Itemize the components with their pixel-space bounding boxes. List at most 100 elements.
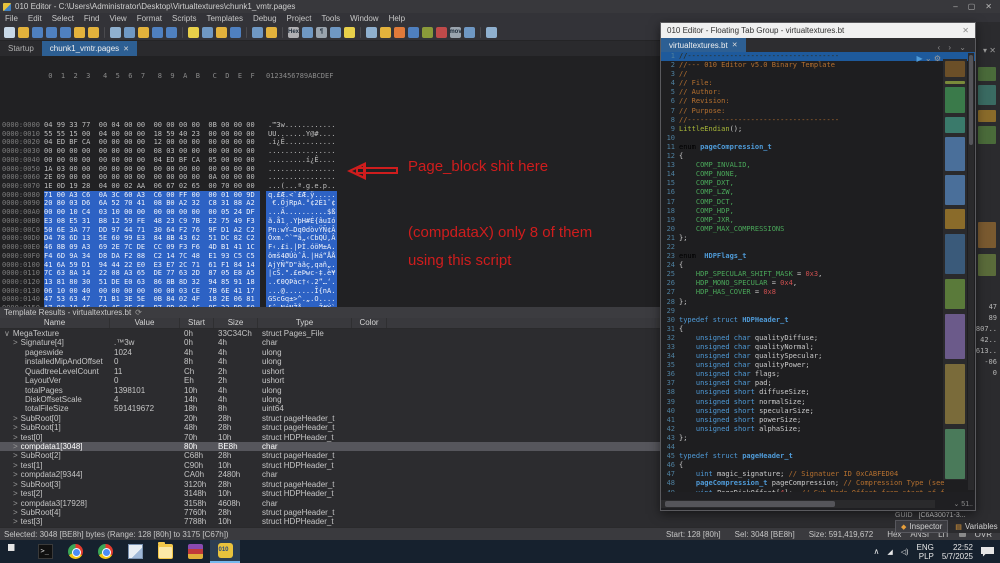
mov-tool[interactable]: mov bbox=[449, 26, 462, 38]
code-line[interactable]: 15 COMP_DXT, bbox=[661, 179, 975, 188]
hex-ascii[interactable]: F‹.£i.|ÞÌ.óöM±A. bbox=[266, 243, 338, 252]
hex-bytes[interactable]: 46 8B 09 A3 69 2E 7C DE CC 09 F3 F6 4D B… bbox=[44, 243, 260, 252]
hex-ascii[interactable]: ...Ä..........$ß bbox=[266, 208, 338, 217]
code-line[interactable]: 38 unsigned short diffuseSize; bbox=[661, 388, 975, 397]
column-value[interactable]: Value bbox=[110, 318, 180, 328]
code-line[interactable]: 26 HDP_MONO_SPECULAR = 0x4, bbox=[661, 279, 975, 288]
hex-row[interactable]: 0000:0090 20 80 03 D6 6A 52 70 41 08 B0 … bbox=[0, 199, 660, 209]
separator[interactable] bbox=[246, 26, 247, 38]
process-tool[interactable] bbox=[464, 26, 475, 38]
code-line[interactable]: 36 unsigned char flags; bbox=[661, 370, 975, 379]
hex-row[interactable]: 0000:00A0 00 00 10 C4 03 10 00 00 00 00 … bbox=[0, 208, 660, 217]
refresh-icon[interactable]: ⟳ bbox=[135, 308, 142, 317]
cut[interactable] bbox=[110, 26, 121, 38]
jump-tool[interactable] bbox=[394, 26, 405, 38]
expander-icon[interactable]: ∨ bbox=[4, 329, 13, 338]
separator[interactable] bbox=[182, 26, 183, 38]
taskbar-button[interactable] bbox=[210, 540, 240, 563]
hex-bytes[interactable]: 55 55 15 00 04 00 00 00 18 59 40 23 00 0… bbox=[44, 130, 260, 139]
expander-icon[interactable]: > bbox=[13, 508, 21, 517]
code-line[interactable]: 23 enum HDPFlags_t bbox=[661, 252, 975, 261]
undo[interactable] bbox=[152, 26, 163, 38]
compare[interactable] bbox=[436, 26, 447, 38]
code-line[interactable]: 35 unsigned char qualityPower; bbox=[661, 361, 975, 370]
code-line[interactable]: 34 unsigned char qualitySpecular; bbox=[661, 352, 975, 361]
hex-ascii[interactable]: ..€0QÞàc†‹.2”…‘. bbox=[266, 277, 338, 287]
menu-item[interactable]: Project bbox=[282, 14, 317, 23]
expander-icon[interactable]: > bbox=[13, 470, 21, 479]
tab-variables[interactable]: ▤ Variables bbox=[950, 521, 1000, 532]
hex-row[interactable]: 0000:0120 13 81 80 30 51 DE E0 63 86 8B … bbox=[0, 277, 660, 287]
open-file[interactable] bbox=[18, 26, 29, 38]
hex-bytes[interactable]: 1E 0D 19 28 04 00 02 AA 06 67 02 65 00 7… bbox=[44, 182, 260, 191]
column-size[interactable]: Size bbox=[214, 318, 258, 328]
taskbar-button[interactable] bbox=[60, 540, 90, 563]
hex-bytes[interactable]: 47 53 63 47 71 B1 3E 5E 0B 84 02 4F 18 2… bbox=[44, 295, 260, 305]
hex-bytes[interactable]: 04 ED BF CA 00 00 00 00 12 00 00 00 00 0… bbox=[44, 138, 260, 147]
line-format[interactable] bbox=[302, 26, 313, 38]
template-results[interactable] bbox=[252, 26, 263, 38]
taskbar-button[interactable] bbox=[90, 540, 120, 563]
separator[interactable] bbox=[360, 26, 361, 38]
expander-icon[interactable]: > bbox=[13, 517, 21, 526]
hex-ascii[interactable]: ................ bbox=[266, 147, 337, 156]
hex-ascii[interactable]: .........í¿Ê.... bbox=[266, 156, 337, 165]
hex-bytes[interactable]: 7C 63 8A 14 22 08 A3 65 DE 77 63 2D 87 0… bbox=[44, 269, 260, 278]
hex-ascii[interactable]: ................ bbox=[266, 165, 337, 174]
language-secondary[interactable]: PLP bbox=[917, 552, 934, 561]
code-line[interactable]: 6 // Revision: bbox=[661, 97, 975, 106]
hex-ascii[interactable]: .í¿Ê............ bbox=[266, 138, 337, 147]
code-line[interactable]: 37 unsigned char pad; bbox=[661, 379, 975, 388]
menu-item[interactable]: File bbox=[0, 14, 23, 23]
floating-close-button[interactable]: ✕ bbox=[962, 26, 969, 35]
code-line[interactable]: 24 { bbox=[661, 261, 975, 270]
hex-bytes[interactable]: E3 08 E5 31 B8 12 59 FE 48 23 C9 7B E2 7… bbox=[44, 216, 260, 226]
code-line[interactable]: 45 typedef struct pageHeader_t bbox=[661, 452, 975, 461]
calculator[interactable] bbox=[366, 26, 377, 38]
hex-ascii[interactable]: |cŠ.".£eÞwc-‡.è¥ bbox=[266, 269, 338, 278]
code-line[interactable]: 21 }; bbox=[661, 234, 975, 243]
code-line[interactable]: 29 bbox=[661, 307, 975, 316]
language-primary[interactable]: ENG bbox=[917, 543, 934, 552]
code-line[interactable]: 41 unsigned short powerSize; bbox=[661, 416, 975, 425]
redo[interactable] bbox=[166, 26, 177, 38]
hex-bytes[interactable]: 13 81 80 30 51 DE E0 63 86 8B 8D 32 94 8… bbox=[44, 277, 260, 287]
separator[interactable] bbox=[282, 26, 283, 38]
menu-item[interactable]: Scripts bbox=[167, 14, 201, 23]
code-line[interactable]: 28 }; bbox=[661, 298, 975, 307]
code-line[interactable]: 40 unsigned short specularSize; bbox=[661, 407, 975, 416]
hex-ascii[interactable]: ...@.......Î{nA. bbox=[266, 286, 338, 296]
guid-value[interactable]: [C6A30071-3... bbox=[919, 512, 966, 519]
hex-ascii[interactable]: GScGq±>^.„.O.... bbox=[266, 295, 338, 305]
panel-header-icons[interactable]: ▾ ✕ bbox=[983, 46, 996, 55]
code-line[interactable]: 7 // Purpose: bbox=[661, 107, 975, 116]
code-line[interactable]: 33 unsigned char qualityNormal; bbox=[661, 343, 975, 352]
expander-icon[interactable]: > bbox=[13, 423, 21, 432]
hex-ascii[interactable]: ã.å1¸.YþH#É{âuIó bbox=[266, 216, 338, 226]
hex-row[interactable]: 0000:0040 00 00 00 00 00 00 00 00 04 ED … bbox=[0, 156, 660, 165]
taskbar-button[interactable] bbox=[120, 540, 150, 563]
code-minimap[interactable] bbox=[943, 59, 967, 480]
code-line[interactable]: 49 uint PageDiskOffset[4]; // Sub-Node O… bbox=[661, 489, 975, 493]
hex-toggle[interactable]: Hex bbox=[288, 26, 299, 38]
run-script[interactable] bbox=[266, 26, 277, 38]
hex-row[interactable]: 0000:0050 1A 03 00 00 00 00 00 00 00 00 … bbox=[0, 165, 660, 174]
save-all[interactable] bbox=[60, 26, 71, 38]
code-line[interactable]: 22 bbox=[661, 243, 975, 252]
hex-bytes[interactable]: 00 00 00 00 00 00 00 00 04 ED BF CA 05 0… bbox=[44, 156, 260, 165]
hex-bytes[interactable]: 50 6E 3A 77 DD 97 44 71 30 64 F2 76 9F D… bbox=[44, 225, 260, 235]
hex-ascii[interactable]: ômš4ØÚòˆÂ.|Há“ÅÅ bbox=[266, 251, 338, 261]
hex-bytes[interactable]: D4 78 6D 13 5E 60 99 E3 84 8B 43 62 51 D… bbox=[44, 234, 260, 244]
column-name[interactable]: Name bbox=[0, 318, 110, 328]
hex-ascii[interactable]: ................ bbox=[266, 173, 337, 182]
code-line[interactable]: 43 }; bbox=[661, 434, 975, 443]
tray-chevron-icon[interactable]: ∧ bbox=[874, 547, 880, 556]
code-line[interactable]: 4 // File: bbox=[661, 79, 975, 88]
menu-item[interactable]: Format bbox=[132, 14, 167, 23]
hex-bytes[interactable]: 1A 03 00 00 00 00 00 00 00 00 00 00 00 0… bbox=[44, 165, 260, 174]
run-options-icon[interactable]: ⌄ bbox=[925, 54, 932, 63]
separator[interactable] bbox=[104, 26, 105, 38]
find-in-files[interactable] bbox=[202, 26, 213, 38]
notification-center-icon[interactable] bbox=[981, 546, 994, 557]
expander-icon[interactable]: > bbox=[13, 499, 21, 508]
